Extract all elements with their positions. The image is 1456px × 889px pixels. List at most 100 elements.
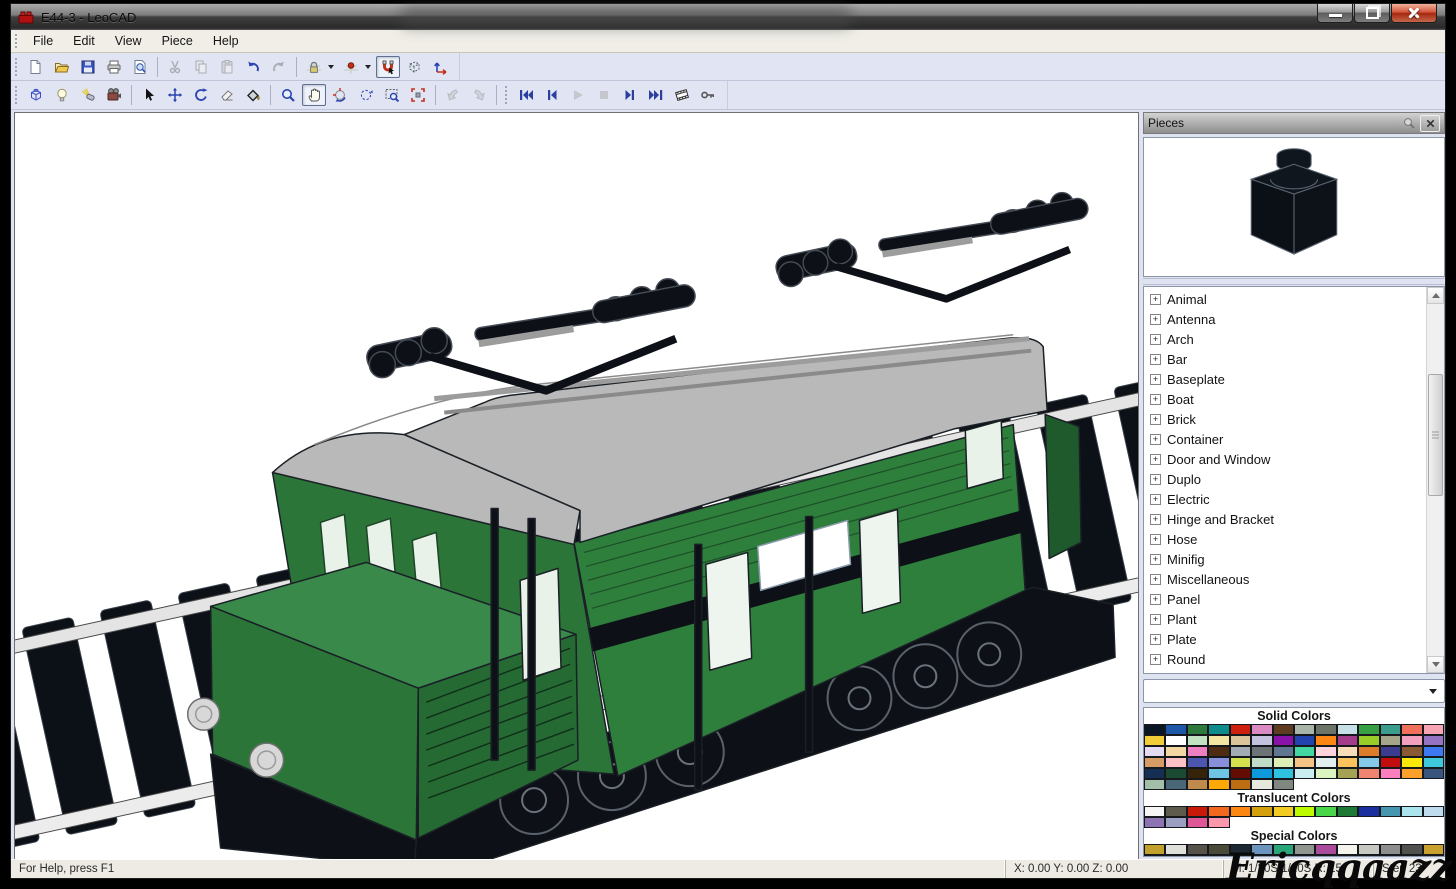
tree-item[interactable]: Miscellaneous [1150, 569, 1426, 589]
color-swatch[interactable] [1315, 757, 1336, 768]
color-swatch[interactable] [1208, 746, 1229, 757]
expand-icon[interactable] [1150, 374, 1161, 385]
color-swatch[interactable] [1273, 757, 1294, 768]
move-tool-icon[interactable] [163, 84, 187, 106]
save-icon[interactable] [76, 56, 100, 78]
color-swatch[interactable] [1273, 724, 1294, 735]
color-swatch[interactable] [1401, 746, 1422, 757]
color-swatch[interactable] [1251, 724, 1272, 735]
next-step-icon[interactable] [618, 84, 642, 106]
tree-item[interactable]: Baseplate [1150, 369, 1426, 389]
color-swatch[interactable] [1294, 768, 1315, 779]
color-swatch[interactable] [1144, 768, 1165, 779]
color-swatch[interactable] [1358, 724, 1379, 735]
color-swatch[interactable] [1380, 735, 1401, 746]
color-swatch[interactable] [1294, 806, 1315, 817]
color-swatch[interactable] [1251, 746, 1272, 757]
color-swatch[interactable] [1423, 806, 1444, 817]
color-swatch[interactable] [1187, 806, 1208, 817]
color-swatch[interactable] [1208, 806, 1229, 817]
color-swatch[interactable] [1230, 779, 1251, 790]
tree-item[interactable]: Brick [1150, 409, 1426, 429]
animation-icon[interactable] [670, 84, 694, 106]
expand-icon[interactable] [1150, 654, 1161, 665]
expand-icon[interactable] [1150, 554, 1161, 565]
color-swatch[interactable] [1144, 724, 1165, 735]
color-swatch[interactable] [1165, 844, 1186, 855]
color-swatch[interactable] [1315, 768, 1336, 779]
color-swatch[interactable] [1423, 768, 1444, 779]
panel-splitter[interactable] [1143, 278, 1445, 285]
color-swatch[interactable] [1165, 757, 1186, 768]
tree-item[interactable]: Duplo [1150, 469, 1426, 489]
color-swatch[interactable] [1144, 779, 1165, 790]
color-swatch[interactable] [1423, 735, 1444, 746]
color-swatch[interactable] [1294, 724, 1315, 735]
snap-toggle-icon[interactable] [376, 56, 400, 78]
color-swatch[interactable] [1187, 817, 1208, 828]
color-swatch[interactable] [1230, 735, 1251, 746]
open-file-icon[interactable] [50, 56, 74, 78]
color-swatch[interactable] [1315, 735, 1336, 746]
insert-piece-icon[interactable] [24, 84, 48, 106]
rotate-tool-icon[interactable] [189, 84, 213, 106]
paint-tool-icon[interactable] [241, 84, 265, 106]
menu-item[interactable]: Edit [63, 31, 105, 51]
color-swatch[interactable] [1144, 855, 1165, 857]
relative-transform-icon[interactable] [402, 56, 426, 78]
color-swatch[interactable] [1208, 779, 1229, 790]
zoom-extents-icon[interactable] [406, 84, 430, 106]
color-swatch[interactable] [1401, 724, 1422, 735]
color-swatch[interactable] [1187, 855, 1208, 857]
insert-spotlight-icon[interactable] [76, 84, 100, 106]
print-icon[interactable] [102, 56, 126, 78]
tree-item[interactable]: Door and Window [1150, 449, 1426, 469]
toolbar-grip[interactable] [14, 33, 19, 48]
color-swatch[interactable] [1358, 768, 1379, 779]
color-swatch[interactable] [1401, 768, 1422, 779]
next-piece-icon[interactable] [467, 84, 491, 106]
color-swatch[interactable] [1144, 806, 1165, 817]
color-swatch[interactable] [1358, 806, 1379, 817]
roll-view-icon[interactable] [354, 84, 378, 106]
previous-piece-icon[interactable] [441, 84, 465, 106]
color-swatch[interactable] [1273, 806, 1294, 817]
color-swatch[interactable] [1315, 724, 1336, 735]
expand-icon[interactable] [1150, 334, 1161, 345]
expand-icon[interactable] [1150, 574, 1161, 585]
color-swatch[interactable] [1230, 757, 1251, 768]
stop-icon[interactable] [592, 84, 616, 106]
title-bar[interactable]: E44-3 - LeoCAD [11, 4, 1445, 30]
color-swatch[interactable] [1144, 746, 1165, 757]
color-swatch[interactable] [1165, 768, 1186, 779]
color-swatch[interactable] [1401, 757, 1422, 768]
color-swatch[interactable] [1337, 806, 1358, 817]
piece-combobox[interactable] [1143, 679, 1445, 703]
color-swatch[interactable] [1165, 724, 1186, 735]
color-swatch[interactable] [1187, 746, 1208, 757]
color-swatch[interactable] [1165, 779, 1186, 790]
tree-item[interactable]: Round [1150, 649, 1426, 669]
toolbar-grip[interactable] [504, 85, 509, 105]
insert-light-icon[interactable] [50, 84, 74, 106]
color-swatch[interactable] [1208, 768, 1229, 779]
expand-icon[interactable] [1150, 434, 1161, 445]
color-swatch[interactable] [1187, 768, 1208, 779]
expand-icon[interactable] [1150, 314, 1161, 325]
tree-item[interactable]: Hinge and Bracket [1150, 509, 1426, 529]
previous-step-icon[interactable] [540, 84, 564, 106]
expand-icon[interactable] [1150, 454, 1161, 465]
tree-item[interactable]: Antenna [1150, 309, 1426, 329]
expand-icon[interactable] [1150, 634, 1161, 645]
scrollbar-track[interactable] [1427, 304, 1444, 656]
expand-icon[interactable] [1150, 354, 1161, 365]
snap-rotate-dropdown[interactable] [365, 65, 371, 69]
tree-item[interactable]: Arch [1150, 329, 1426, 349]
pan-tool-icon[interactable] [302, 84, 326, 106]
color-swatch[interactable] [1273, 735, 1294, 746]
snap-move-icon[interactable] [302, 56, 326, 78]
rotate-view-icon[interactable] [328, 84, 352, 106]
menu-item[interactable]: File [23, 31, 63, 51]
expand-icon[interactable] [1150, 594, 1161, 605]
color-swatch[interactable] [1144, 757, 1165, 768]
